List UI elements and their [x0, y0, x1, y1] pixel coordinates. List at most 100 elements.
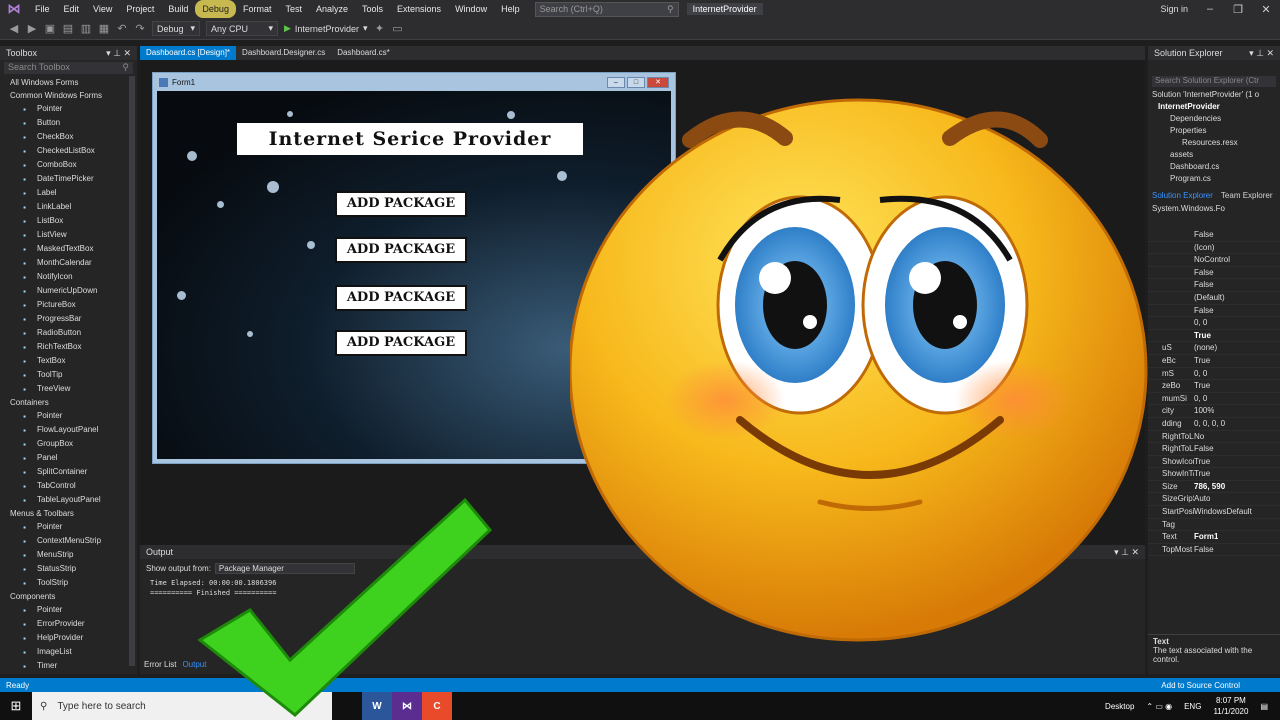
property-row[interactable]: 0, 0 — [1148, 317, 1280, 330]
toolbox-item-imagelist[interactable]: ▪ ImageList — [0, 645, 137, 659]
toolbox-item-tablelayoutpanel[interactable]: ▪ TableLayoutPanel — [0, 493, 137, 507]
solution-tree-item[interactable]: Dashboard.cs — [1152, 161, 1280, 173]
toolbox-item-listview[interactable]: ▪ ListView — [0, 228, 137, 242]
property-row[interactable]: ShowInTaskTrue — [1148, 468, 1280, 481]
toolbox-search-input[interactable]: Search Toolbox ⚲ — [4, 62, 133, 74]
add-package-button[interactable]: ADD PACKAGE — [335, 330, 467, 356]
add-package-button[interactable]: ADD PACKAGE — [335, 191, 467, 217]
property-row[interactable]: Text Form1 — [1148, 531, 1280, 544]
toolbox-item-pointer[interactable]: ▪ Pointer — [0, 409, 137, 423]
pin-icon[interactable]: ▾ ⊥ ✕ — [106, 48, 131, 58]
toolbox-item-button[interactable]: ▪ Button — [0, 116, 137, 130]
property-row[interactable]: True — [1148, 330, 1280, 343]
start-button[interactable]: ▶ InternetProvider ▾ — [284, 23, 368, 34]
toolbox-item-treeview[interactable]: ▪ TreeView — [0, 382, 137, 396]
toolbox-item-pointer[interactable]: ▪ Pointer — [0, 603, 137, 617]
property-row[interactable]: False — [1148, 267, 1280, 280]
pin-icon[interactable]: ▾ ⊥ ✕ — [1114, 547, 1139, 557]
toolbox-item-panel[interactable]: ▪ Panel — [0, 451, 137, 465]
toolbox-section[interactable]: Containers — [0, 396, 137, 409]
forward-icon[interactable]: ▶ — [26, 22, 38, 35]
property-row[interactable]: False — [1148, 229, 1280, 242]
menu-item-file[interactable]: File — [28, 0, 57, 18]
toolbox-item-timer[interactable]: ▪ Timer — [0, 659, 137, 673]
save-icon[interactable]: ▥ — [80, 22, 92, 35]
toolbox-item-combobox[interactable]: ▪ ComboBox — [0, 158, 137, 172]
toolbox-section[interactable]: Components — [0, 590, 137, 603]
solution-tree-item[interactable]: InternetProvider — [1152, 101, 1280, 113]
menu-item-analyze[interactable]: Analyze — [309, 0, 355, 18]
platform-select[interactable]: Any CPU ▾ — [206, 21, 278, 36]
toolbox-item-monthcalendar[interactable]: ▪ MonthCalendar — [0, 256, 137, 270]
toolbox-item-linklabel[interactable]: ▪ LinkLabel — [0, 200, 137, 214]
property-row[interactable]: eBc True — [1148, 355, 1280, 368]
property-row[interactable]: mS 0, 0 — [1148, 368, 1280, 381]
toolbox-item-splitcontainer[interactable]: ▪ SplitContainer — [0, 465, 137, 479]
menu-item-test[interactable]: Test — [278, 0, 309, 18]
toolbox-item-errorprovider[interactable]: ▪ ErrorProvider — [0, 617, 137, 631]
menu-item-help[interactable]: Help — [494, 0, 527, 18]
toolbox-section[interactable]: Menus & Toolbars — [0, 507, 137, 520]
toolbox-item-progressbar[interactable]: ▪ ProgressBar — [0, 312, 137, 326]
windows-start-icon[interactable]: ⊞ — [0, 692, 32, 720]
property-row[interactable]: Tag — [1148, 519, 1280, 532]
property-row[interactable]: ShowIcon True — [1148, 456, 1280, 469]
visual-studio-app-icon[interactable]: ⋈ — [392, 692, 422, 720]
solution-tree-item[interactable]: assets — [1152, 149, 1280, 161]
clock[interactable]: 8:07 PM 11/1/2020 — [1213, 695, 1248, 717]
taskbar-search-input[interactable]: ⚲ Type here to search — [32, 692, 332, 720]
property-row[interactable]: RightToLeftlFalse — [1148, 443, 1280, 456]
tab-team-explorer[interactable]: Team Explorer — [1221, 191, 1273, 200]
toolbox-scrollbar[interactable] — [129, 76, 135, 666]
solution-tree-item[interactable]: Dependencies — [1152, 113, 1280, 125]
solution-tree-item[interactable]: Solution 'InternetProvider' (1 o — [1152, 89, 1280, 101]
back-icon[interactable]: ◀ — [8, 22, 20, 35]
close-button[interactable]: ✕ — [1252, 3, 1280, 16]
language-indicator[interactable]: ENG — [1184, 702, 1201, 711]
menu-item-project[interactable]: Project — [119, 0, 161, 18]
toolbox-item-textbox[interactable]: ▪ TextBox — [0, 354, 137, 368]
property-row[interactable]: dding 0, 0, 0, 0 — [1148, 418, 1280, 431]
add-package-button[interactable]: ADD PACKAGE — [335, 285, 467, 311]
properties-object[interactable]: System.Windows.Fo — [1148, 202, 1280, 215]
desktop-label[interactable]: Desktop — [1105, 702, 1134, 711]
word-app-icon[interactable]: W — [362, 692, 392, 720]
solution-tree-item[interactable]: Properties — [1152, 125, 1280, 137]
new-item-icon[interactable]: ▣ — [44, 22, 56, 35]
recorder-app-icon[interactable]: C — [422, 692, 452, 720]
restore-button[interactable]: ❐ — [1224, 3, 1252, 16]
toolbox-section[interactable]: Common Windows Forms — [0, 89, 137, 102]
toolbox-item-flowlayoutpanel[interactable]: ▪ FlowLayoutPanel — [0, 423, 137, 437]
toolbox-item-tabcontrol[interactable]: ▪ TabControl — [0, 479, 137, 493]
menu-item-format[interactable]: Format — [236, 0, 279, 18]
config-select[interactable]: Debug ▾ — [152, 21, 200, 36]
property-row[interactable]: mumSi 0, 0 — [1148, 393, 1280, 406]
toolbox-item-checkbox[interactable]: ▪ CheckBox — [0, 130, 137, 144]
toolbox-item-pointer[interactable]: ▪ Pointer — [0, 520, 137, 534]
signin-link[interactable]: Sign in — [1160, 4, 1196, 14]
toolbox-item-groupbox[interactable]: ▪ GroupBox — [0, 437, 137, 451]
property-row[interactable]: zeBo True — [1148, 380, 1280, 393]
toolbox-item-richtextbox[interactable]: ▪ RichTextBox — [0, 340, 137, 354]
menu-item-build[interactable]: Build — [161, 0, 195, 18]
redo-icon[interactable]: ↷ — [134, 22, 146, 35]
add-to-source-control-button[interactable]: Add to Source Control — [1161, 681, 1280, 690]
save-all-icon[interactable]: ▦ — [98, 22, 110, 35]
layout-icon[interactable]: ▭ — [392, 22, 404, 35]
toolbox-item-radiobutton[interactable]: ▪ RadioButton — [0, 326, 137, 340]
toolbox-item-listbox[interactable]: ▪ ListBox — [0, 214, 137, 228]
property-row[interactable]: city 100% — [1148, 405, 1280, 418]
solution-tree-item[interactable]: Resources.resx — [1152, 137, 1280, 149]
toolbox-item-checkedlistbox[interactable]: ▪ CheckedListBox — [0, 144, 137, 158]
form-close-button[interactable]: ✕ — [647, 76, 669, 88]
property-row[interactable]: False — [1148, 279, 1280, 292]
toolbox-item-pointer[interactable]: ▪ Pointer — [0, 102, 137, 116]
menu-item-edit[interactable]: Edit — [57, 0, 87, 18]
form-maximize-button[interactable]: □ — [627, 76, 645, 88]
output-source-select[interactable]: Package Manager — [214, 563, 355, 574]
open-icon[interactable]: ▤ — [62, 22, 74, 35]
property-row[interactable]: StartPositionWindowsDefault — [1148, 506, 1280, 519]
menu-item-debug[interactable]: Debug — [195, 0, 236, 18]
minimize-button[interactable]: – — [1196, 3, 1224, 15]
menu-item-tools[interactable]: Tools — [355, 0, 390, 18]
